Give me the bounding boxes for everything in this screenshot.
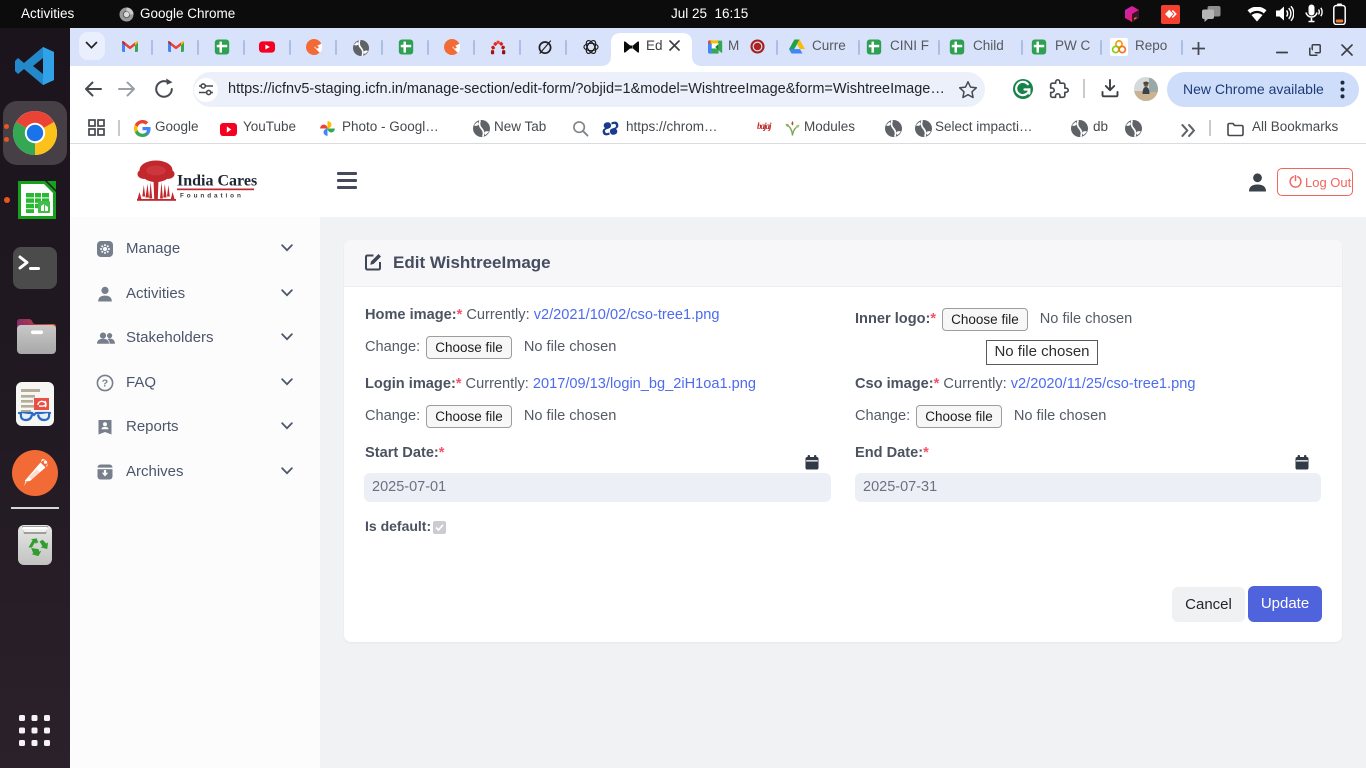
svg-text:?: ? — [102, 378, 108, 390]
svg-text:India Cares: India Cares — [177, 173, 257, 190]
svg-text:Foundation: Foundation — [180, 193, 244, 200]
